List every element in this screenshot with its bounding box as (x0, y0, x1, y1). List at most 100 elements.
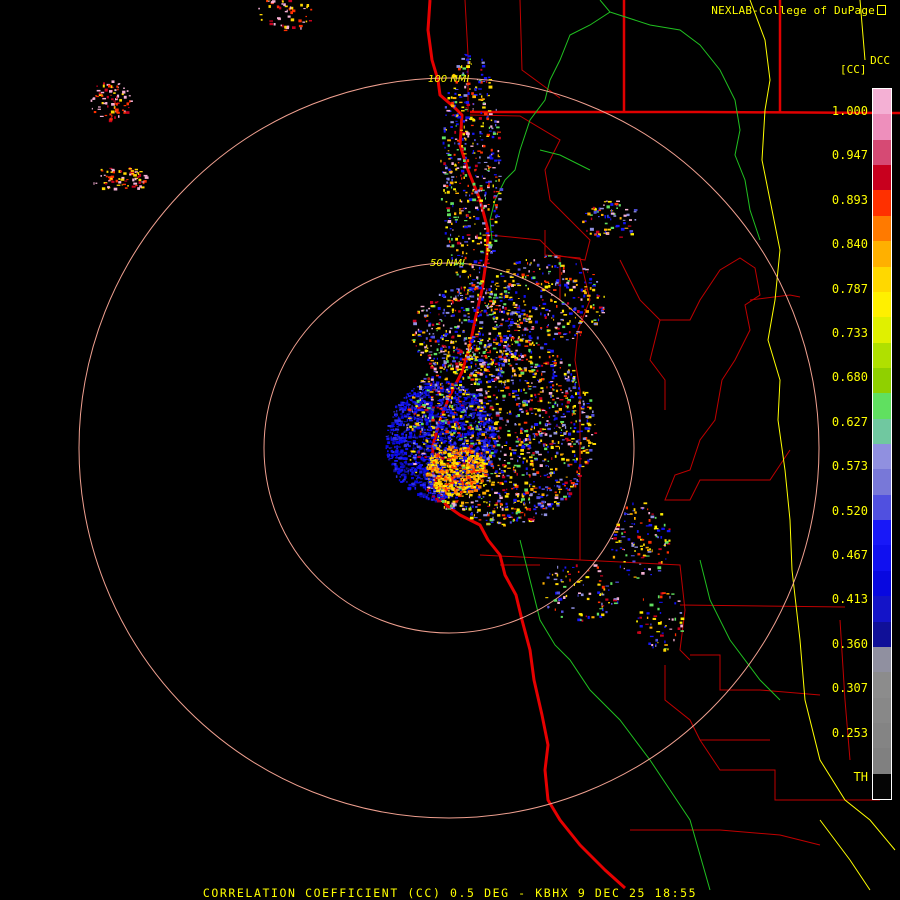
echo-pixel (529, 484, 531, 488)
echo-pixel (677, 627, 681, 630)
radar-echoes (90, 0, 685, 652)
echo-pixel (547, 476, 550, 478)
echo-pixel (565, 594, 568, 598)
echo-pixel (578, 613, 583, 616)
echo-pixel (485, 197, 486, 200)
echo-pixel (493, 508, 496, 510)
echo-pixel (486, 479, 490, 482)
echo-pixel (548, 310, 551, 312)
echo-pixel (501, 382, 503, 385)
echo-pixel (586, 229, 588, 232)
echo-pixel (521, 334, 524, 337)
echo-pixel (463, 402, 466, 404)
echo-pixel (516, 492, 518, 494)
echo-pixel (481, 326, 484, 328)
echo-pixel (481, 95, 483, 98)
echo-pixel (463, 153, 467, 155)
echo-pixel (559, 367, 561, 369)
echo-pixel (470, 365, 472, 368)
echo-pixel (419, 467, 421, 469)
echo-pixel (520, 353, 522, 356)
echo-pixel (471, 92, 474, 95)
echo-pixel (413, 463, 417, 466)
echo-pixel (453, 431, 456, 435)
echo-pixel (516, 436, 518, 438)
echo-pixel (518, 354, 521, 357)
echo-pixel (483, 469, 488, 472)
echo-pixel (435, 470, 439, 474)
echo-pixel (466, 469, 468, 472)
echo-pixel (423, 383, 427, 385)
echo-pixel (526, 314, 528, 317)
echo-pixel (562, 413, 565, 415)
echo-pixel (563, 484, 566, 487)
echo-pixel (474, 398, 479, 401)
echo-pixel (403, 414, 406, 417)
echo-pixel (503, 382, 505, 384)
echo-pixel (552, 338, 555, 341)
echo-pixel (515, 440, 520, 443)
echo-pixel (589, 449, 593, 452)
echo-pixel (472, 198, 477, 202)
echo-pixel (520, 511, 524, 514)
echo-pixel (478, 352, 481, 354)
echo-pixel (457, 254, 461, 256)
echo-pixel (592, 443, 597, 445)
echo-pixel (510, 458, 514, 460)
echo-pixel (507, 309, 511, 311)
echo-pixel (490, 358, 493, 360)
echo-pixel (479, 327, 483, 330)
echo-pixel (492, 519, 495, 521)
echo-pixel (615, 224, 620, 228)
echo-pixel (432, 426, 436, 429)
echo-pixel (505, 320, 509, 322)
echo-pixel (603, 588, 606, 591)
echo-pixel (412, 445, 415, 447)
echo-pixel (677, 600, 681, 602)
echo-pixel (589, 442, 593, 444)
echo-pixel (472, 118, 475, 121)
echo-pixel (456, 149, 459, 151)
echo-pixel (483, 406, 486, 409)
echo-pixel (559, 284, 562, 287)
echo-pixel (488, 82, 491, 84)
echo-pixel (410, 473, 414, 476)
echo-pixel (578, 400, 581, 402)
echo-pixel (538, 441, 541, 444)
echo-pixel (556, 423, 558, 427)
echo-pixel (533, 516, 535, 518)
echo-pixel (480, 439, 484, 442)
echo-pixel (416, 418, 419, 421)
echo-pixel (658, 548, 662, 551)
echo-pixel (551, 293, 553, 296)
echo-pixel (454, 384, 458, 386)
echo-pixel (420, 305, 425, 308)
echo-pixel (443, 361, 447, 365)
echo-pixel (586, 439, 590, 442)
echo-pixel (478, 236, 482, 240)
echo-pixel (547, 503, 551, 506)
echo-pixel (557, 601, 560, 604)
echo-pixel (446, 388, 449, 391)
echo-pixel (559, 399, 564, 401)
echo-pixel (664, 640, 666, 644)
echo-pixel (387, 429, 390, 431)
echo-pixel (615, 541, 619, 543)
echo-pixel (472, 373, 477, 377)
echo-pixel (569, 480, 572, 482)
echo-pixel (429, 391, 434, 393)
echo-pixel (467, 312, 470, 315)
echo-pixel (428, 351, 433, 353)
echo-pixel (444, 456, 447, 459)
echo-pixel (450, 296, 452, 299)
echo-pixel (555, 467, 558, 471)
echo-pixel (506, 488, 508, 491)
echo-pixel (466, 476, 471, 479)
echo-pixel (473, 308, 477, 312)
echo-pixel (448, 364, 452, 367)
echo-pixel (522, 338, 525, 340)
echo-pixel (431, 498, 434, 501)
echo-pixel (607, 200, 612, 203)
echo-pixel (445, 340, 449, 342)
echo-pixel (506, 493, 510, 495)
